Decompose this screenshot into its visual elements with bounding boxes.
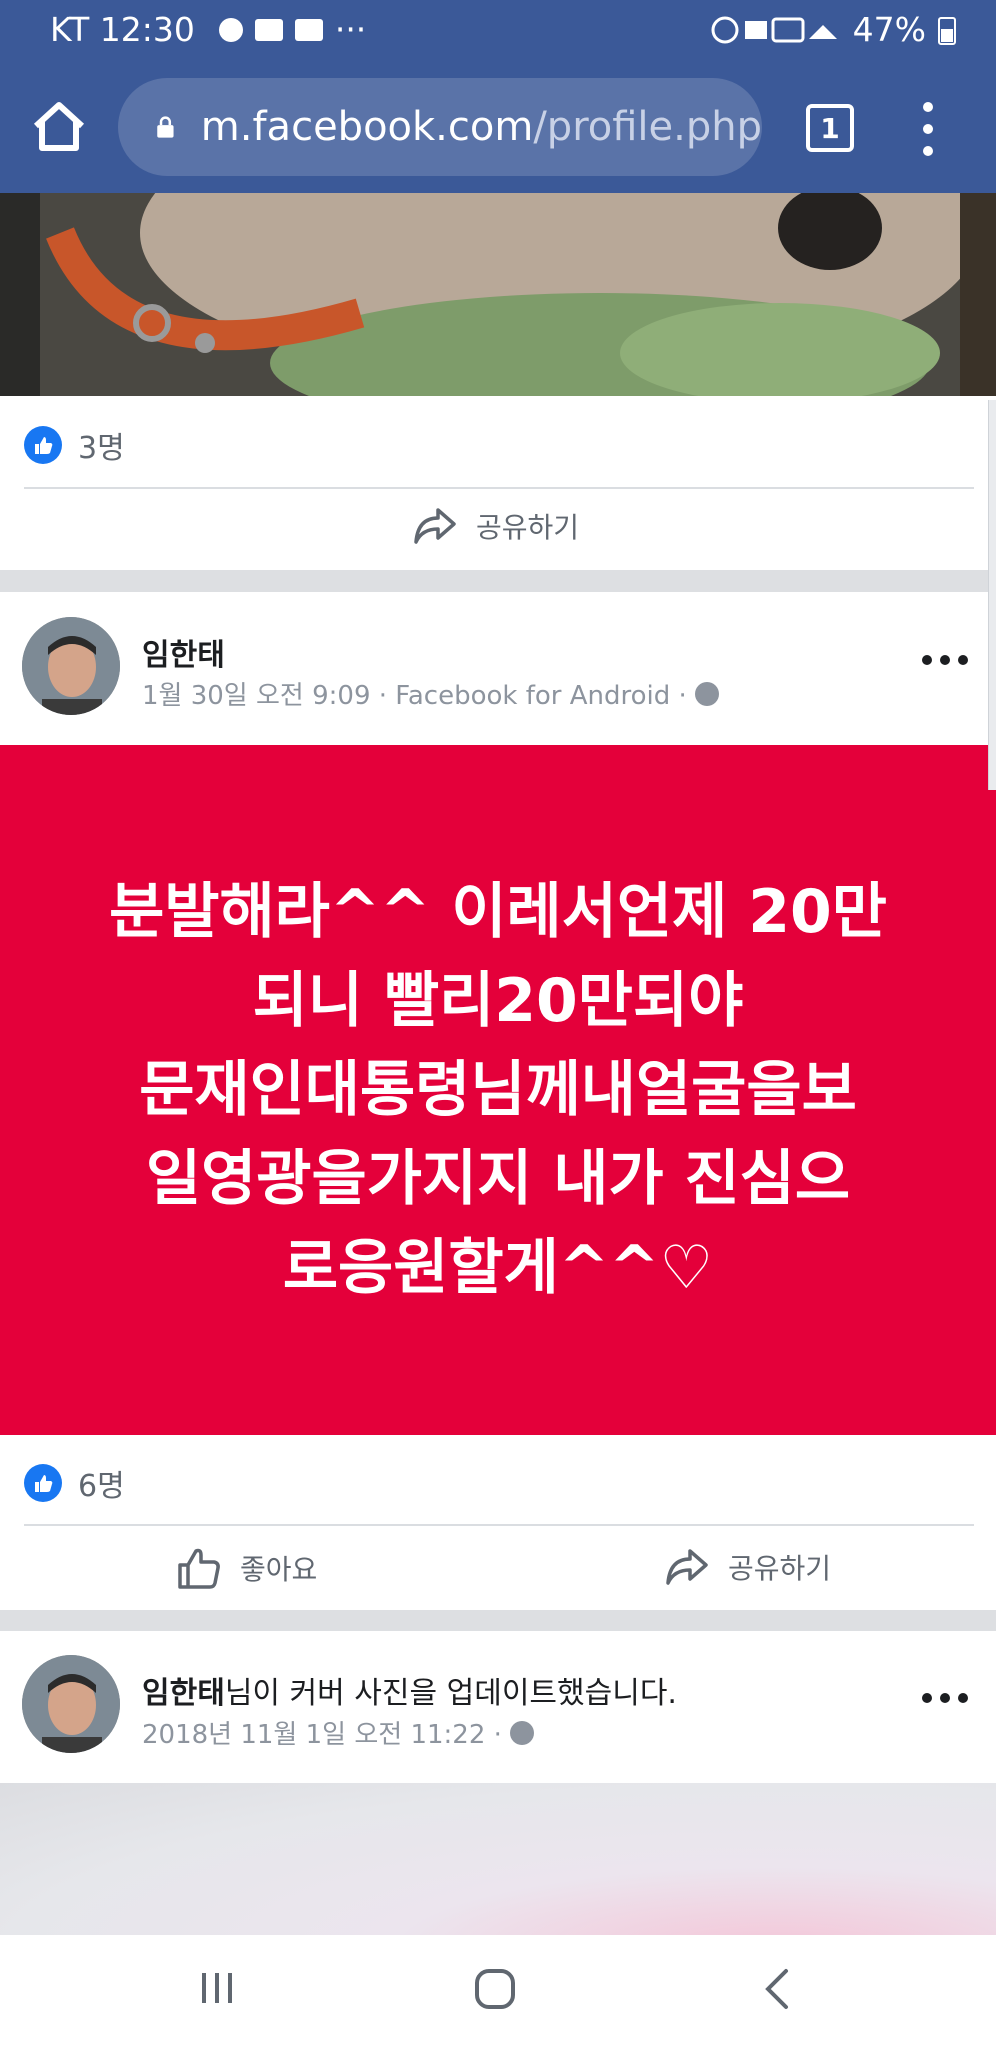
- reaction-summary[interactable]: 6명: [24, 1461, 125, 1505]
- like-button[interactable]: 좋아요: [176, 1545, 317, 1591]
- back-icon[interactable]: [760, 1967, 796, 2011]
- dog-photo[interactable]: [0, 193, 996, 396]
- reaction-summary[interactable]: 3명: [24, 423, 125, 467]
- more-notifications: ···: [334, 10, 367, 49]
- status-icons: [711, 16, 837, 43]
- more-options-icon[interactable]: [922, 655, 968, 665]
- battery-icon: [938, 16, 956, 45]
- post-text-background: 분발해라^^ 이레서언제 20만 되니 빨리20만되야 문재인대통령님께내얼굴을…: [0, 745, 996, 1435]
- post-meta: 2018년 11월 1일 오전 11:22 ·: [142, 1714, 534, 1751]
- share-button[interactable]: 공유하기: [664, 1547, 831, 1587]
- share-icon: [666, 1549, 708, 1585]
- share-label: 공유하기: [476, 511, 580, 544]
- avatar[interactable]: [22, 1655, 120, 1753]
- like-badge-icon: [24, 426, 62, 464]
- notification-icon: [218, 17, 243, 42]
- lock-icon: [157, 116, 174, 138]
- post-author[interactable]: 임한태: [142, 1676, 225, 1711]
- status-bar: KT 12:30 ··· 47%: [0, 0, 996, 62]
- browser-topbar: KT 12:30 ··· 47% m.facebook.com/profile.…: [0, 0, 996, 193]
- mail-icon: [254, 18, 283, 41]
- divider: [24, 1524, 974, 1526]
- globe-icon: [694, 681, 719, 706]
- cover-update-action: 님이 커버 사진을 업데이트했습니다.: [224, 1676, 677, 1711]
- overflow-menu-icon[interactable]: [922, 102, 934, 156]
- share-button[interactable]: 공유하기: [412, 506, 579, 546]
- share-icon: [414, 508, 456, 544]
- url-host: m.facebook.com: [200, 104, 534, 150]
- scrollbar[interactable]: [988, 400, 996, 790]
- carrier-time: KT 12:30: [50, 10, 195, 49]
- tab-switcher-icon[interactable]: 1: [806, 104, 854, 152]
- post-meta: 1월 30일 오전 9:09 · Facebook for Android ·: [142, 675, 719, 712]
- navigation-bar: [0, 1935, 996, 2047]
- mail-icon: [294, 18, 323, 41]
- recents-icon[interactable]: [196, 1967, 238, 2009]
- avatar[interactable]: [22, 617, 120, 715]
- like-label: 좋아요: [240, 1553, 318, 1586]
- divider: [24, 487, 974, 489]
- home-nav-icon[interactable]: [473, 1967, 517, 2011]
- cover-update-headline: 임한태님이 커버 사진을 업데이트했습니다.: [142, 1668, 677, 1712]
- url-path: /profile.php: [533, 104, 762, 150]
- url-bar-row: m.facebook.com/profile.php 1: [0, 62, 996, 193]
- like-count: 6명: [78, 1469, 125, 1504]
- share-label: 공유하기: [728, 1552, 832, 1585]
- globe-icon: [509, 1720, 534, 1745]
- thumbs-up-icon: [178, 1548, 220, 1589]
- like-count: 3명: [78, 431, 125, 466]
- post-text: 분발해라^^ 이레서언제 20만 되니 빨리20만되야 문재인대통령님께내얼굴을…: [109, 876, 887, 1303]
- post-meta-text: 2018년 11월 1일 오전 11:22 ·: [142, 1720, 502, 1750]
- like-badge-icon: [24, 1464, 62, 1502]
- more-options-icon[interactable]: [922, 1693, 968, 1703]
- address-bar[interactable]: m.facebook.com/profile.php: [118, 78, 762, 176]
- battery-percent: 47%: [852, 10, 926, 49]
- post-meta-text: 1월 30일 오전 9:09 · Facebook for Android ·: [142, 681, 687, 711]
- cover-photo[interactable]: [0, 1783, 996, 1935]
- home-icon[interactable]: [30, 98, 88, 156]
- post-author[interactable]: 임한태: [142, 630, 225, 674]
